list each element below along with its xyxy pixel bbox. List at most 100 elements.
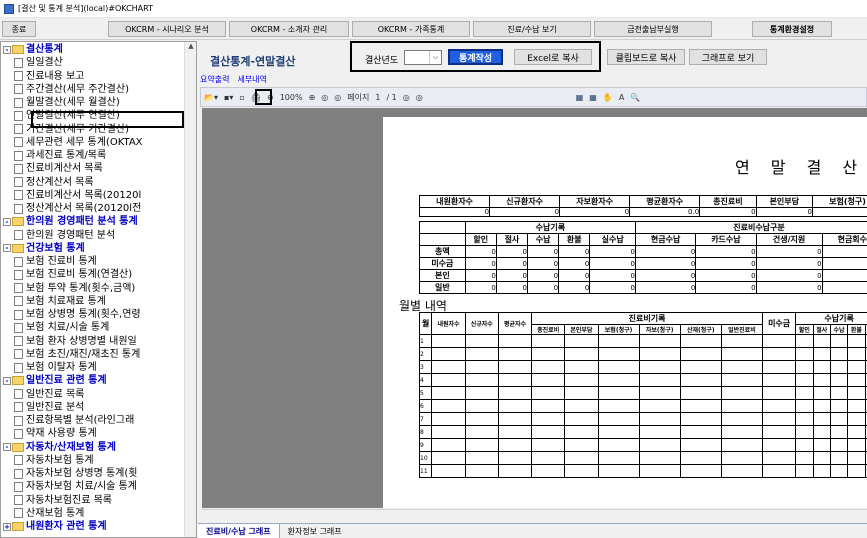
tree-item[interactable]: 정산계산서 목록	[14, 177, 94, 188]
tree-item[interactable]: 보험 초진/재진/재초진 통계	[14, 349, 140, 360]
print-button-highlight	[255, 89, 272, 105]
month-cell	[597, 334, 640, 348]
month-cell	[812, 412, 831, 426]
graph-view-button[interactable]: 그래프로 보기	[689, 49, 767, 65]
referrer-management-button[interactable]: OKCRM - 소개자 관리	[229, 21, 349, 37]
tree-item[interactable]: 진료비계산서 목록(20120l	[14, 190, 141, 201]
tree-item[interactable]: 주간결산(세무 주간결산)	[14, 84, 129, 95]
document-icon	[14, 309, 23, 320]
month-cell	[847, 464, 866, 478]
tree-item[interactable]: 산재보험 통계	[14, 508, 84, 519]
collapse-icon[interactable]: -	[3, 45, 11, 54]
tree-item[interactable]: 진료내용 보고	[14, 71, 84, 82]
clipboard-copy-button[interactable]: 클립보드로 복사	[607, 49, 685, 65]
tree-item[interactable]: 월말결산(세무 월결산)	[14, 97, 120, 108]
month-cell	[720, 360, 764, 374]
collapse-icon[interactable]: -	[3, 217, 11, 226]
find-icon[interactable]: 🔍	[630, 93, 640, 102]
zoom-in-icon[interactable]: ⊕	[309, 93, 316, 102]
column-header: 현금수납	[634, 233, 697, 246]
document-icon	[14, 203, 23, 214]
tree-item[interactable]: 보험 치료재료 통계	[14, 296, 106, 307]
tree-item[interactable]: 보험 상병명 통계(횟수,연령	[14, 309, 141, 320]
tree-item[interactable]: 보험 치료/시술 통계	[14, 322, 109, 333]
report-preview[interactable]: 연 말 결 산 표 내원환자수신규환자수자보환자수평균환자수총진료비본인부담보험…	[202, 108, 867, 508]
exit-button[interactable]: 종료	[2, 21, 36, 37]
tree-item[interactable]: 보험 환자 상병명별 내원일	[14, 336, 137, 347]
payment-table: 수납기록 진료비수납구분 할인 절사 수납 환불 실수납 현금수납 카드수납 건생/지원 현금회수 총…	[419, 221, 867, 294]
month-label: 10	[418, 451, 433, 465]
collapse-icon[interactable]: -	[3, 244, 11, 253]
hand-icon[interactable]: ✋	[603, 93, 613, 102]
tree-item[interactable]: 정산계산서 목록(20120l전	[14, 203, 141, 214]
save-icon[interactable]: ▪▾	[224, 93, 233, 102]
tree-item[interactable]: 보험 이탈자 통계	[14, 362, 97, 373]
treatment-payment-view-button[interactable]: 진료/수납 보기	[473, 21, 591, 37]
value-cell: 0	[755, 269, 823, 282]
stats-tree[interactable]: - 결산통계일일결산진료내용 보고주간결산(세무 주간결산) 월말결산(세무 월결산…	[0, 41, 197, 538]
column-header: 절사	[812, 324, 831, 335]
collapse-icon[interactable]: -	[3, 443, 11, 451]
page-setup-icon[interactable]: ▫	[239, 93, 244, 102]
collapse-icon[interactable]: -	[3, 376, 11, 385]
family-stats-button[interactable]: OKCRM - 가족통계	[352, 21, 470, 37]
tree-item-label: 세무관련 세무 통계(OKTAX	[26, 136, 143, 148]
prev-page-icon[interactable]: ◎	[334, 93, 341, 102]
month-cell	[679, 451, 722, 465]
tree-item[interactable]: 진료비계산서 목록	[14, 163, 103, 174]
tree-category[interactable]: + 내원환자 관련 통계	[3, 521, 107, 532]
tab-patient-graph[interactable]: 환자정보 그래프	[280, 524, 350, 538]
tree-category[interactable]: - 건강보험 통계	[3, 243, 85, 254]
preview-hscrollbar[interactable]	[202, 509, 867, 521]
tree-item[interactable]: 일반진료 목록	[14, 389, 84, 400]
scenario-analysis-button[interactable]: OKCRM - 시나리오 분석	[108, 21, 226, 37]
month-cell	[531, 347, 566, 361]
tree-item[interactable]: 자동차보험 상병명 통계(횟	[14, 468, 137, 479]
tree-item[interactable]: 자동차보험 치료/시술 통계	[14, 481, 137, 492]
cashbook-run-button[interactable]: 금전출납부실행	[594, 21, 712, 37]
tree-item[interactable]: 자동차보험 통계	[14, 455, 94, 466]
month-cell	[597, 451, 640, 465]
page-number[interactable]: 1	[375, 93, 380, 102]
tree-item[interactable]: 일일결산	[14, 57, 63, 68]
text-select-icon[interactable]: A	[619, 93, 624, 102]
first-page-icon[interactable]: ◎	[321, 93, 328, 102]
tree-category[interactable]: - 한의원 경영패턴 분석 통계	[3, 216, 138, 227]
value-cell: 0	[495, 245, 529, 258]
tree-item[interactable]: 일반진료 분석	[14, 402, 84, 413]
tree-scrollbar[interactable]: ▲	[184, 42, 196, 537]
tree-item[interactable]: 자동차보험진료 목록	[14, 495, 112, 506]
stats-settings-button[interactable]: 통계환경설정	[752, 21, 832, 37]
month-label: 6	[418, 399, 433, 413]
tree-item[interactable]: 세무관련 세무 통계(OKTAX	[14, 137, 143, 148]
tree-category[interactable]: - 자동차/산재보험 통계	[3, 442, 116, 453]
excel-copy-button[interactable]: Excel로 복사	[514, 49, 592, 65]
month-cell	[847, 386, 866, 400]
expand-icon[interactable]: +	[3, 522, 11, 531]
tree-item[interactable]: 진료항목별 분석(라인그래	[14, 415, 134, 426]
tree-item[interactable]: 한의원 경영패턴 분석	[14, 230, 115, 241]
tab-payment-graph[interactable]: 진료비/수납 그래프	[198, 524, 280, 538]
month-cell	[679, 399, 722, 413]
tree-item[interactable]: 보험 진료비 통계	[14, 256, 97, 267]
tree-item[interactable]: 과세진료 통계/목록	[14, 150, 106, 161]
tree-item[interactable]: 약재 사용량 통계	[14, 428, 97, 439]
tree-item[interactable]: 보험 진료비 통계(연결산)	[14, 269, 132, 280]
tab-summary[interactable]: 요약출력	[200, 74, 229, 86]
generate-stats-button[interactable]: 통계작성	[448, 49, 503, 65]
year-select[interactable]: ⌵	[404, 50, 442, 65]
month-cell	[497, 386, 533, 400]
tree-item[interactable]: 보험 투약 통계(횟수,금액)	[14, 283, 135, 294]
zoom-level[interactable]: 100%	[280, 93, 303, 102]
multi-page-icon[interactable]: ▦	[589, 93, 597, 102]
single-page-icon[interactable]: ▦	[576, 93, 584, 102]
scroll-up-icon[interactable]: ▲	[185, 42, 196, 53]
month-cell	[679, 360, 722, 374]
next-page-icon[interactable]: ◎	[403, 93, 410, 102]
last-page-icon[interactable]: ◎	[416, 93, 423, 102]
open-icon[interactable]: 📂▾	[204, 93, 218, 102]
folder-icon	[12, 442, 24, 452]
tree-category[interactable]: - 결산통계	[3, 44, 63, 55]
tree-category[interactable]: - 일반진료 관련 통계	[3, 375, 107, 386]
tab-details[interactable]: 세부내역	[237, 74, 266, 86]
